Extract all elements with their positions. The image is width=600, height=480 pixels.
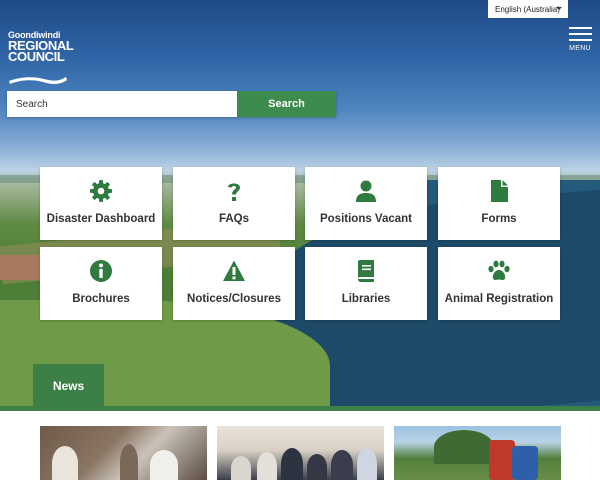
document-icon [487,179,511,203]
tile-label: Notices/Closures [187,293,281,305]
hero-field [0,255,40,280]
tile-libraries[interactable]: Libraries [305,247,427,320]
user-icon [354,179,378,203]
logo-text-council: COUNCIL [8,49,65,64]
news-card-image[interactable] [217,426,384,480]
gear-icon [89,179,113,203]
chevron-down-icon [556,7,562,10]
tile-label: Animal Registration [444,293,554,305]
tile-label: Brochures [72,293,130,305]
warning-icon [222,259,246,283]
book-icon [354,259,378,283]
tile-label: Disaster Dashboard [46,213,156,225]
photo-tree [434,430,494,464]
hamburger-icon [568,27,592,29]
photo-figure [150,450,178,480]
news-tab[interactable]: News [33,364,104,408]
question-icon [222,179,246,203]
photo-figure [331,450,353,480]
photo-figure [357,448,377,480]
photo-figure [257,452,277,480]
photo-figure [231,456,251,480]
photo-figure [120,444,138,480]
menu-button[interactable]: MENU [566,27,594,53]
language-select[interactable]: English (Australia) [488,0,568,18]
news-card-image[interactable] [394,426,561,480]
tile-disaster-dashboard[interactable]: Disaster Dashboard [40,167,162,240]
tile-label: Forms [481,213,517,225]
hamburger-icon-line [568,39,592,41]
tile-label: Libraries [341,293,391,305]
menu-label: MENU [569,45,591,52]
paw-icon [487,259,511,283]
tile-brochures[interactable]: Brochures [40,247,162,320]
tile-label: FAQs [218,213,250,225]
photo-figure [281,448,303,480]
photo-playground [512,446,538,480]
tile-faqs[interactable]: FAQs [173,167,295,240]
search-button[interactable]: Search [237,91,336,117]
section-divider [0,406,600,411]
tile-positions-vacant[interactable]: Positions Vacant [305,167,427,240]
tile-label: Positions Vacant [319,213,413,225]
hamburger-icon-line [568,33,592,35]
logo-swoosh-icon [9,77,67,85]
info-icon [89,259,113,283]
tile-animal-registration[interactable]: Animal Registration [438,247,560,320]
language-select-value: English (Australia) [495,4,560,14]
photo-figure [307,454,327,480]
photo-figure [52,446,78,480]
tile-notices-closures[interactable]: Notices/Closures [173,247,295,320]
tile-forms[interactable]: Forms [438,167,560,240]
search-bar: Search [7,91,336,117]
council-logo[interactable]: Goondiwindi REGIONAL COUNCIL [8,30,74,86]
news-card-image[interactable] [40,426,207,480]
search-input[interactable] [7,91,237,117]
